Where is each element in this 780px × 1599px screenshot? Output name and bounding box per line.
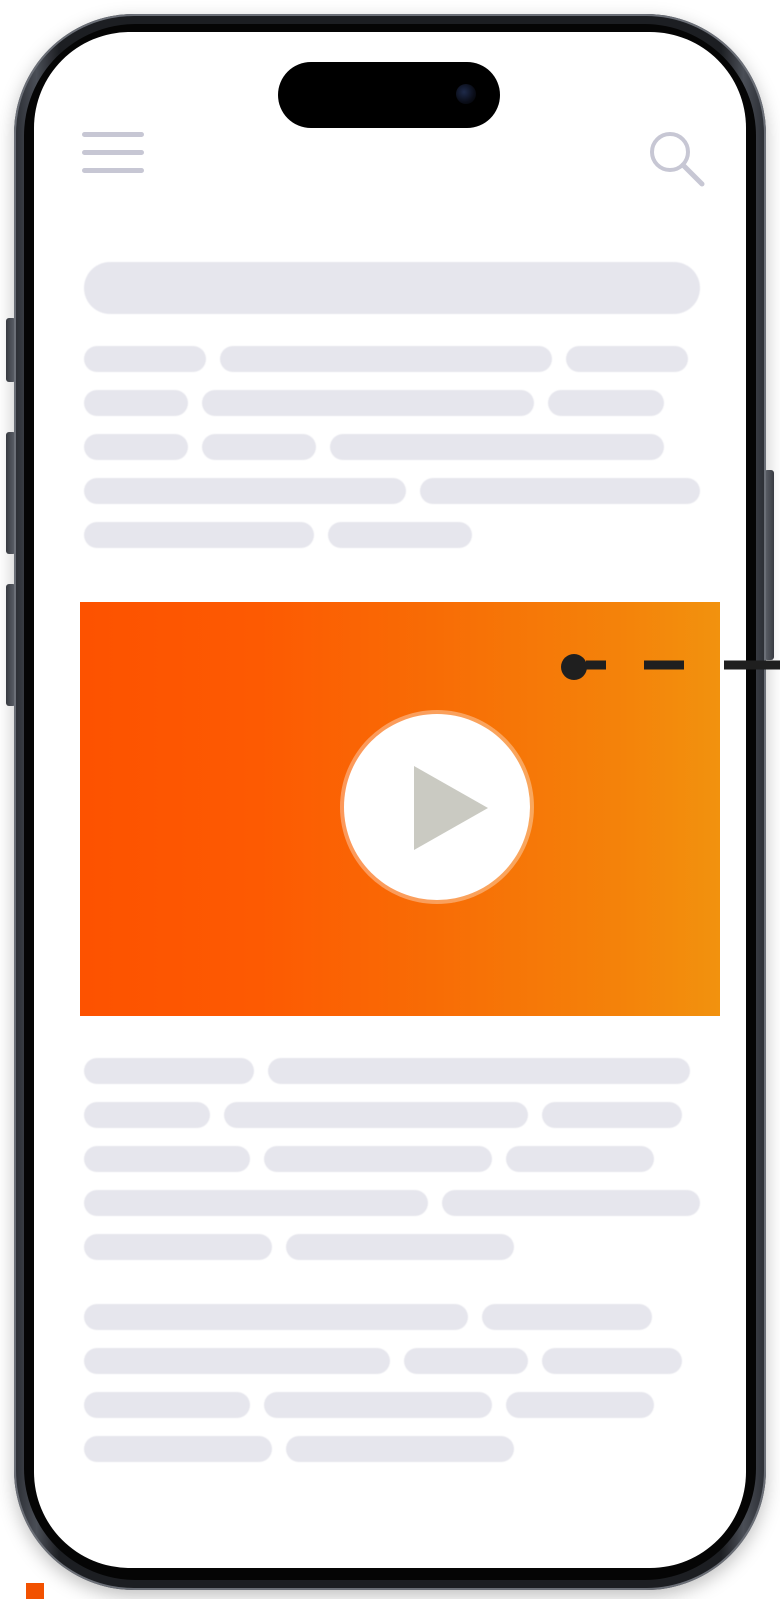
text-line-placeholder: [84, 346, 206, 372]
text-line-placeholder: [84, 522, 314, 548]
text-line-placeholder: [84, 1146, 250, 1172]
text-line-placeholder: [84, 1436, 272, 1462]
phone-screen: [34, 32, 746, 1568]
text-line-placeholder: [224, 1102, 528, 1128]
text-line-placeholder: [84, 1348, 390, 1374]
play-icon: [414, 766, 488, 850]
text-line-placeholder: [202, 390, 534, 416]
text-line-placeholder: [84, 1304, 468, 1330]
menu-line: [82, 168, 144, 173]
video-thumbnail[interactable]: [80, 602, 720, 1016]
text-line-placeholder: [286, 1436, 514, 1462]
text-line-placeholder: [566, 346, 688, 372]
text-line-placeholder: [506, 1392, 654, 1418]
search-icon[interactable]: [646, 128, 708, 190]
text-line-placeholder: [84, 434, 188, 460]
text-line-placeholder: [328, 522, 472, 548]
text-line-placeholder: [220, 346, 552, 372]
text-line-placeholder: [84, 478, 406, 504]
text-line-placeholder: [442, 1190, 700, 1216]
headline-placeholder: [84, 262, 700, 314]
front-camera-icon: [456, 84, 476, 104]
text-line-placeholder: [84, 1058, 254, 1084]
play-button[interactable]: [344, 714, 530, 900]
text-line-placeholder: [264, 1392, 492, 1418]
text-line-placeholder: [84, 1190, 428, 1216]
text-line-placeholder: [268, 1058, 690, 1084]
corner-mark: [26, 1583, 44, 1599]
text-line-placeholder: [84, 1234, 272, 1260]
text-line-placeholder: [506, 1146, 654, 1172]
hamburger-menu-icon[interactable]: [82, 130, 146, 178]
text-line-placeholder: [84, 1392, 250, 1418]
dynamic-island: [278, 62, 500, 128]
text-line-placeholder: [548, 390, 664, 416]
search-icon-glyph: [650, 132, 705, 187]
text-line-placeholder: [84, 390, 188, 416]
text-line-placeholder: [482, 1304, 652, 1330]
menu-line: [82, 132, 144, 137]
text-line-placeholder: [264, 1146, 492, 1172]
menu-line: [82, 150, 144, 155]
text-line-placeholder: [330, 434, 664, 460]
text-line-placeholder: [542, 1348, 682, 1374]
text-line-placeholder: [84, 1102, 210, 1128]
stage: [0, 0, 780, 1599]
text-line-placeholder: [404, 1348, 528, 1374]
text-line-placeholder: [286, 1234, 514, 1260]
text-line-placeholder: [542, 1102, 682, 1128]
text-line-placeholder: [420, 478, 700, 504]
text-line-placeholder: [202, 434, 316, 460]
